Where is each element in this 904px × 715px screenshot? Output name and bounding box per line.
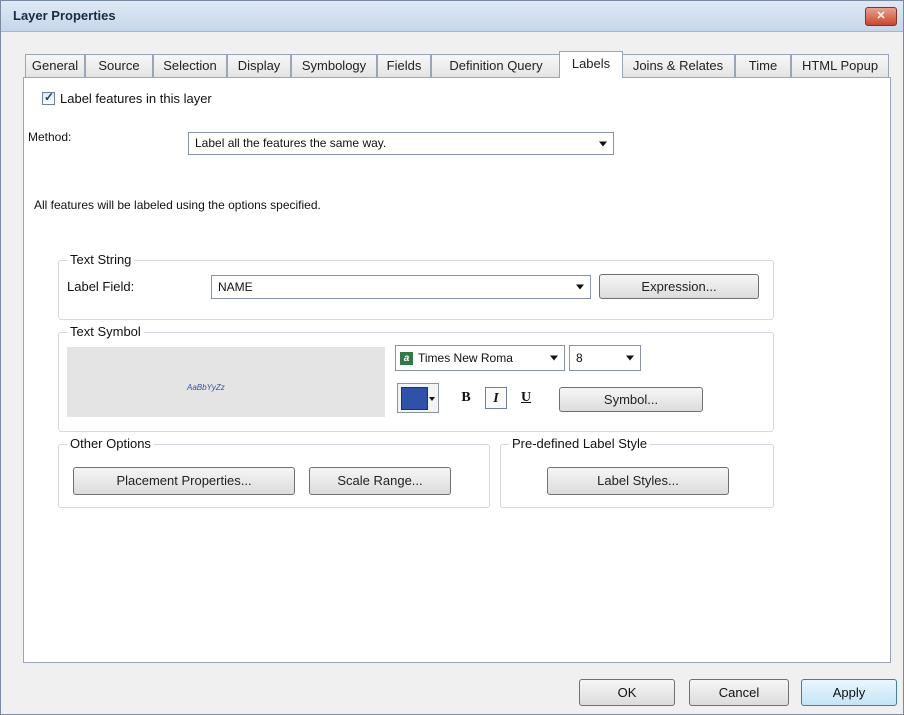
color-picker[interactable]	[397, 383, 439, 413]
font-type-icon: a	[400, 352, 413, 366]
preview-text: AaBbYyZz	[187, 383, 225, 392]
tab-fields[interactable]: Fields	[377, 54, 431, 77]
tab-general[interactable]: General	[25, 54, 85, 77]
tab-html-popup[interactable]: HTML Popup	[791, 54, 889, 77]
italic-button[interactable]: I	[485, 387, 507, 409]
tab-selection[interactable]: Selection	[153, 54, 227, 77]
ok-button[interactable]: OK	[579, 679, 675, 706]
scale-range-button[interactable]: Scale Range...	[309, 467, 451, 495]
tab-display[interactable]: Display	[227, 54, 291, 77]
tab-time[interactable]: Time	[735, 54, 791, 77]
labels-tab-panel: ✓ Label features in this layer Method: L…	[23, 77, 891, 663]
predefined-style-group: Pre-defined Label Style Label Styles...	[500, 436, 774, 508]
label-features-row[interactable]: ✓ Label features in this layer	[42, 90, 212, 106]
cancel-button[interactable]: Cancel	[689, 679, 789, 706]
font-name: Times New Roma	[418, 351, 513, 365]
info-text: All features will be labeled using the o…	[34, 198, 321, 212]
text-symbol-title: Text Symbol	[67, 324, 144, 339]
label-field-value: NAME	[218, 280, 253, 294]
color-swatch	[401, 387, 428, 410]
close-icon[interactable]: ✕	[865, 7, 897, 26]
font-size-select[interactable]: 8	[569, 345, 641, 371]
tab-joins-relates[interactable]: Joins & Relates	[621, 54, 735, 77]
font-select[interactable]: a Times New Roma	[395, 345, 565, 371]
text-string-group: Text String Label Field: NAME Expression…	[58, 252, 774, 320]
chevron-down-icon	[576, 284, 584, 290]
text-symbol-group: Text Symbol AaBbYyZz a Times New Roma 8 B…	[58, 324, 774, 432]
layer-properties-dialog: Layer Properties ✕ General Source Select…	[0, 0, 904, 715]
bold-button[interactable]: B	[455, 387, 477, 409]
font-size-value: 8	[576, 351, 583, 365]
predefined-style-title: Pre-defined Label Style	[509, 436, 651, 451]
label-field-label: Label Field:	[67, 279, 135, 294]
chevron-down-icon	[550, 355, 558, 361]
underline-button[interactable]: U	[515, 387, 537, 409]
symbol-button[interactable]: Symbol...	[559, 387, 703, 412]
apply-button[interactable]: Apply	[801, 679, 897, 706]
other-options-title: Other Options	[67, 436, 154, 451]
symbol-preview: AaBbYyZz	[67, 347, 385, 417]
label-styles-button[interactable]: Label Styles...	[547, 467, 729, 495]
title-bar[interactable]: Layer Properties ✕	[1, 1, 903, 32]
chevron-down-icon	[626, 355, 634, 361]
tab-source[interactable]: Source	[85, 54, 153, 77]
tab-labels[interactable]: Labels	[559, 51, 623, 78]
method-select-value: Label all the features the same way.	[195, 136, 387, 150]
tab-definition-query[interactable]: Definition Query	[431, 54, 561, 77]
method-label: Method:	[28, 130, 72, 144]
expression-button[interactable]: Expression...	[599, 274, 759, 299]
method-select[interactable]: Label all the features the same way.	[188, 132, 614, 155]
label-features-label: Label features in this layer	[60, 91, 212, 106]
text-string-title: Text String	[67, 252, 135, 267]
label-field-select[interactable]: NAME	[211, 275, 591, 299]
label-features-checkbox[interactable]: ✓	[42, 90, 55, 105]
chevron-down-icon	[599, 141, 607, 146]
tab-symbology[interactable]: Symbology	[291, 54, 377, 77]
window-title: Layer Properties	[13, 8, 116, 23]
chevron-down-icon	[429, 397, 435, 401]
checkmark-icon: ✓	[44, 90, 55, 104]
placement-properties-button[interactable]: Placement Properties...	[73, 467, 295, 495]
other-options-group: Other Options Placement Properties... Sc…	[58, 436, 490, 508]
